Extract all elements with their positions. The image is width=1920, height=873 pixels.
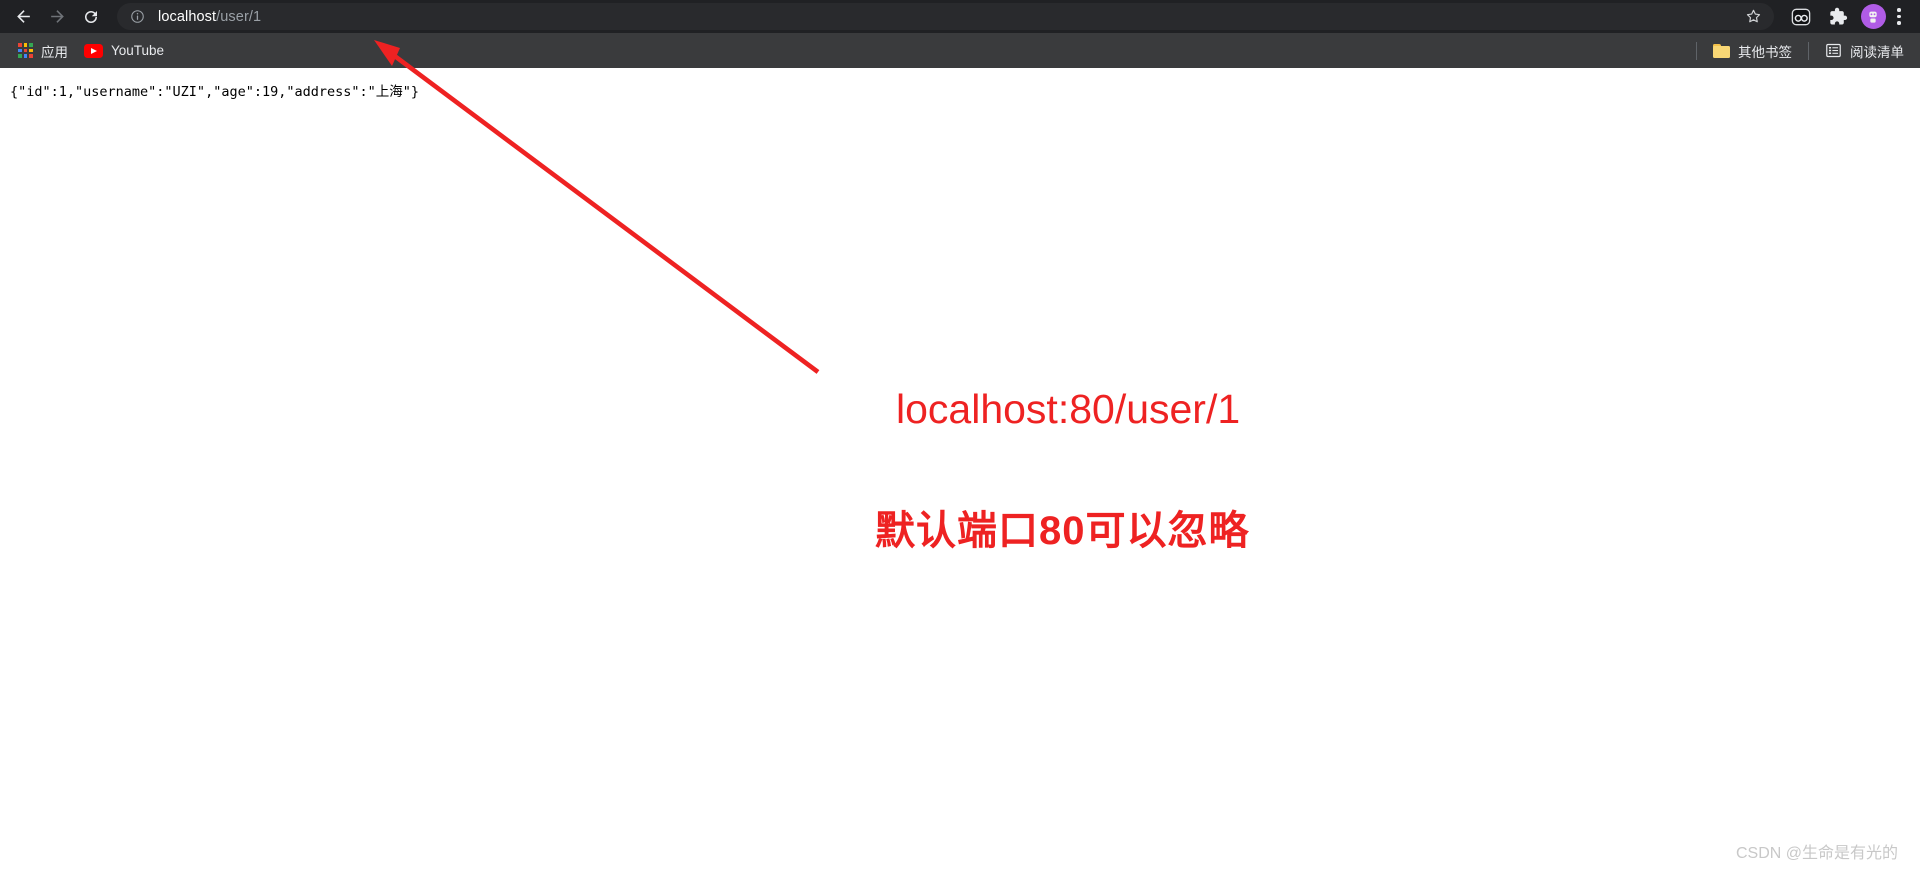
reading-list-label: 阅读清单 [1850, 44, 1904, 60]
bookmark-apps-label: 应用 [41, 44, 68, 60]
bookmark-apps[interactable]: 应用 [10, 38, 76, 64]
bookmarks-bar: 应用 YouTube 其他书签 阅读清单 [0, 33, 1920, 68]
url-path: /user/1 [216, 8, 262, 25]
chrome-menu-icon[interactable] [1888, 4, 1910, 30]
reading-list-button[interactable]: 阅读清单 [1817, 38, 1912, 64]
forward-button[interactable] [40, 2, 74, 32]
avatar [1860, 4, 1886, 29]
annotation-url-text: localhost:80/user/1 [896, 386, 1241, 432]
url-text[interactable]: localhost/user/1 [158, 9, 1740, 25]
reading-list-icon [1825, 42, 1842, 59]
page-viewport: {"id":1,"username":"UZI","age":19,"addre… [0, 68, 1920, 873]
bookmarks-divider-2 [1808, 41, 1809, 60]
folder-icon [1713, 43, 1730, 58]
url-host: localhost [158, 8, 217, 25]
reload-button[interactable] [74, 2, 108, 32]
site-info-icon[interactable] [129, 8, 146, 25]
bookmark-youtube-label: YouTube [111, 43, 165, 58]
browser-toolbar: localhost/user/1 [0, 0, 1920, 33]
annotation-port-note: 默认端口80可以忽略 [875, 509, 1250, 553]
extensions-icon[interactable] [1822, 2, 1852, 32]
apps-grid-icon [18, 43, 33, 58]
bookmarks-divider-1 [1696, 41, 1697, 60]
address-bar[interactable]: localhost/user/1 [117, 3, 1774, 30]
back-button[interactable] [6, 2, 40, 32]
browser-window: localhost/user/1 应用 YouTube 其他书签 阅读清单 {"… [0, 0, 1920, 873]
bookmark-youtube[interactable]: YouTube [76, 38, 172, 64]
other-bookmarks-label: 其他书签 [1738, 44, 1792, 60]
profile-avatar[interactable] [1858, 2, 1888, 32]
back-arrow-icon [16, 10, 30, 23]
bookmark-other-bookmarks[interactable]: 其他书签 [1705, 38, 1800, 64]
youtube-icon [84, 43, 103, 58]
csdn-watermark: CSDN @生命是有光的 [1735, 845, 1898, 862]
json-response-text: {"id":1,"username":"UZI","age":19,"addre… [10, 84, 420, 100]
bookmark-star-icon[interactable] [1740, 4, 1766, 30]
cast-icon[interactable] [1786, 2, 1816, 32]
reload-icon [85, 10, 97, 23]
forward-arrow-icon [50, 10, 64, 23]
